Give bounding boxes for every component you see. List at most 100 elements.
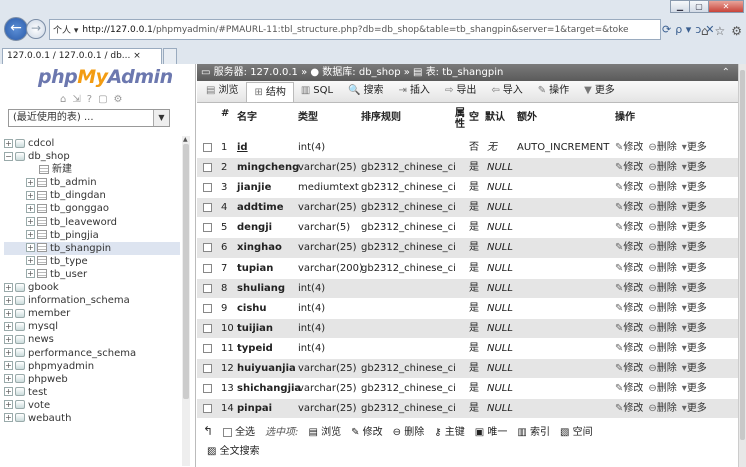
tree-item[interactable]: + mysql xyxy=(4,320,180,333)
tree-item-label[interactable]: 新建 xyxy=(52,164,72,175)
tree-item[interactable]: + tb_type xyxy=(4,255,180,268)
drop-link[interactable]: ⊖删除 xyxy=(648,403,676,414)
drop-link[interactable]: ⊖删除 xyxy=(648,343,676,354)
check-all-checkbox[interactable] xyxy=(223,427,233,437)
tree-item-label[interactable]: tb_dingdan xyxy=(50,190,106,201)
row-checkbox[interactable] xyxy=(203,163,212,173)
tree-item[interactable]: + tb_user xyxy=(4,268,180,281)
tree-item-label[interactable]: information_schema xyxy=(28,295,130,306)
home-icon[interactable]: ⌂ xyxy=(60,94,66,105)
tree-item-label[interactable]: tb_shangpin xyxy=(50,243,111,254)
minimize-button[interactable]: ▁ xyxy=(670,0,690,13)
tree-item[interactable]: + gbook xyxy=(4,281,180,294)
more-menu[interactable]: ▾更多 xyxy=(682,323,707,334)
edit-link[interactable]: ✎修改 xyxy=(615,403,643,414)
more-menu[interactable]: ▾更多 xyxy=(682,303,707,314)
row-checkbox[interactable] xyxy=(203,143,212,152)
row-checkbox[interactable] xyxy=(203,303,212,313)
row-checkbox[interactable] xyxy=(203,343,212,353)
settings-icon[interactable]: ⚙ xyxy=(114,94,123,105)
row-checkbox[interactable] xyxy=(203,384,212,394)
more-menu[interactable]: ▾更多 xyxy=(682,142,707,153)
tree-item-label[interactable]: tb_leaveword xyxy=(50,217,117,228)
expand-icon[interactable]: + xyxy=(4,348,13,357)
drop-link[interactable]: ⊖删除 xyxy=(648,202,676,213)
breadcrumb-database[interactable]: 数据库: db_shop xyxy=(322,67,400,78)
tree-scrollbar[interactable]: ▲ xyxy=(182,136,190,466)
expand-icon[interactable]: + xyxy=(26,203,35,213)
new-tab-button[interactable] xyxy=(163,48,177,64)
more-menu[interactable]: ▾更多 xyxy=(682,343,707,354)
compat-icon[interactable]: ⟳ xyxy=(662,23,671,36)
edit-link[interactable]: ✎修改 xyxy=(615,343,643,354)
back-button[interactable]: ← xyxy=(4,17,28,41)
collapse-icon[interactable]: ⌃ xyxy=(722,64,730,81)
row-checkbox[interactable] xyxy=(203,203,212,213)
expand-icon[interactable]: + xyxy=(4,321,13,331)
tree-item-label[interactable]: news xyxy=(28,334,54,345)
bulk-index-button[interactable]: ▥ 索引 xyxy=(517,423,550,438)
tree-item[interactable]: + performance_schema xyxy=(4,347,180,360)
cell-name[interactable]: jianjie xyxy=(237,178,271,198)
check-all[interactable]: 全选 xyxy=(223,423,255,438)
page-scrollbar[interactable] xyxy=(738,64,746,467)
tree-item-label[interactable]: db_shop xyxy=(28,151,70,162)
expand-icon[interactable]: + xyxy=(4,387,13,397)
tree-item-label[interactable]: member xyxy=(28,308,70,319)
expand-icon[interactable]: + xyxy=(26,190,35,200)
address-chip[interactable]: 个人 ▾ xyxy=(53,23,78,36)
address-bar[interactable]: 个人 ▾ http://127.0.0.1/phpmyadmin/#PMAURL… xyxy=(49,19,661,40)
expand-icon[interactable]: + xyxy=(26,256,35,266)
tree-item-label[interactable]: gbook xyxy=(28,282,59,293)
tree-item[interactable]: + tb_admin xyxy=(4,176,180,189)
edit-link[interactable]: ✎修改 xyxy=(615,162,643,173)
scroll-up-icon[interactable]: ▲ xyxy=(183,136,188,143)
expand-icon[interactable]: + xyxy=(4,282,13,292)
more-menu[interactable]: ▾更多 xyxy=(682,242,707,253)
tab-0[interactable]: ▤ 浏览 xyxy=(199,81,246,102)
home-icon[interactable]: ⌂ xyxy=(701,24,709,38)
expand-icon[interactable]: + xyxy=(4,413,13,423)
cell-name[interactable]: id xyxy=(237,138,248,158)
tree-item[interactable]: + phpmyadmin xyxy=(4,360,180,373)
page-scrollbar-thumb[interactable] xyxy=(740,70,745,440)
drop-link[interactable]: ⊖删除 xyxy=(648,383,676,394)
tree-item-label[interactable]: tb_pingjia xyxy=(50,230,99,241)
tree-item[interactable]: + tb_pingjia xyxy=(4,229,180,242)
edit-link[interactable]: ✎修改 xyxy=(615,202,643,213)
expand-icon[interactable]: + xyxy=(4,295,13,305)
expand-icon[interactable]: + xyxy=(26,269,35,279)
bulk-spatial-button[interactable]: ▧ 空间 xyxy=(560,423,593,438)
tab-1[interactable]: ⊞ 结构 xyxy=(246,82,294,102)
search-dropdown-icon[interactable]: ρ ▾ xyxy=(675,23,691,36)
collapse-icon[interactable]: − xyxy=(4,151,13,161)
tree-item-label[interactable]: cdcol xyxy=(28,138,54,149)
tree-item[interactable]: + member xyxy=(4,307,180,320)
docs-icon[interactable]: ▢ xyxy=(98,94,107,105)
tree-item-label[interactable]: performance_schema xyxy=(28,348,136,359)
tree-item[interactable]: + tb_dingdan xyxy=(4,189,180,202)
drop-link[interactable]: ⊖删除 xyxy=(648,242,676,253)
more-menu[interactable]: ▾更多 xyxy=(682,263,707,274)
tree-item[interactable]: + vote xyxy=(4,399,180,412)
tree-item-label[interactable]: phpmyadmin xyxy=(28,361,94,372)
more-menu[interactable]: ▾更多 xyxy=(682,403,707,414)
tab-7[interactable]: ✎ 操作 xyxy=(531,81,577,102)
expand-icon[interactable]: + xyxy=(26,243,35,253)
recent-tables-select[interactable]: (最近使用的表) ... ▼ xyxy=(8,109,170,127)
tree-item[interactable]: + information_schema xyxy=(4,294,180,307)
col-name[interactable]: 名字 xyxy=(237,108,257,123)
drop-link[interactable]: ⊖删除 xyxy=(648,363,676,374)
edit-link[interactable]: ✎修改 xyxy=(615,182,643,193)
more-menu[interactable]: ▾更多 xyxy=(682,182,707,193)
expand-icon[interactable]: + xyxy=(26,217,35,227)
more-menu[interactable]: ▾更多 xyxy=(682,283,707,294)
logout-icon[interactable]: ⇲ xyxy=(72,94,80,105)
more-menu[interactable]: ▾更多 xyxy=(682,383,707,394)
cell-name[interactable]: shuliang xyxy=(237,279,285,299)
expand-icon[interactable]: + xyxy=(4,138,13,148)
edit-link[interactable]: ✎修改 xyxy=(615,323,643,334)
cell-name[interactable]: pinpai xyxy=(237,399,272,419)
bulk-browse-button[interactable]: ▤ 浏览 xyxy=(308,423,341,438)
tree-item-label[interactable]: tb_admin xyxy=(50,177,97,188)
